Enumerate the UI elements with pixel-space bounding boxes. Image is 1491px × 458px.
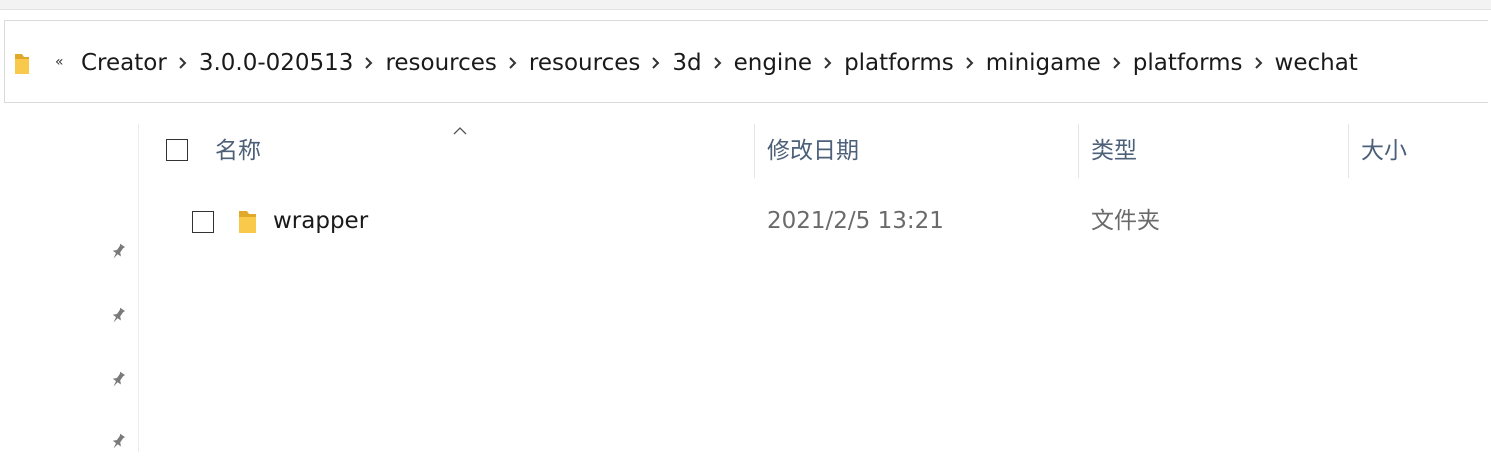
column-divider[interactable]: [1348, 124, 1349, 178]
pin-icon[interactable]: [106, 430, 130, 454]
breadcrumb-item[interactable]: resources: [525, 47, 644, 79]
select-all-checkbox[interactable]: [166, 139, 188, 161]
breadcrumb: Creator 3.0.0-020513 resources resources…: [77, 47, 1362, 79]
file-type: 文件夹: [1091, 208, 1160, 234]
navigation-pane: [0, 124, 139, 452]
column-date-header[interactable]: 修改日期: [767, 136, 859, 166]
column-header: 名称 修改日期 类型 大小: [139, 124, 1491, 180]
chevron-right-icon[interactable]: [958, 47, 982, 79]
breadcrumb-item[interactable]: wechat: [1271, 47, 1362, 79]
breadcrumb-item[interactable]: Creator: [77, 47, 171, 79]
file-date-modified: 2021/2/5 13:21: [767, 208, 944, 234]
breadcrumb-item[interactable]: resources: [381, 47, 500, 79]
column-type-header[interactable]: 类型: [1091, 136, 1137, 166]
breadcrumb-item[interactable]: 3d: [668, 47, 705, 79]
file-name[interactable]: wrapper: [273, 206, 368, 236]
chevron-right-icon[interactable]: [171, 47, 195, 79]
folder-icon: [237, 209, 259, 235]
column-divider[interactable]: [1078, 124, 1079, 178]
file-row[interactable]: wrapper 2021/2/5 13:21 文件夹: [139, 195, 1491, 249]
column-size-header[interactable]: 大小: [1361, 136, 1407, 166]
column-divider[interactable]: [754, 124, 755, 178]
breadcrumb-item[interactable]: platforms: [840, 47, 958, 79]
chevron-right-icon[interactable]: [501, 47, 525, 79]
row-checkbox[interactable]: [192, 211, 214, 233]
breadcrumb-item[interactable]: platforms: [1129, 47, 1247, 79]
chevron-right-icon[interactable]: [1105, 47, 1129, 79]
pin-icon[interactable]: [106, 240, 130, 264]
address-bar[interactable]: « Creator 3.0.0-020513 resources resourc…: [4, 20, 1488, 103]
breadcrumb-item[interactable]: 3.0.0-020513: [195, 47, 358, 79]
chevron-right-icon[interactable]: [1247, 47, 1271, 79]
address-folder-icon: [13, 52, 31, 76]
column-name-header[interactable]: 名称: [215, 136, 261, 166]
chevron-right-icon[interactable]: [644, 47, 668, 79]
window-top-strip: [0, 0, 1491, 10]
breadcrumb-item[interactable]: minigame: [982, 47, 1105, 79]
breadcrumb-item[interactable]: engine: [730, 47, 816, 79]
pin-icon[interactable]: [106, 304, 130, 328]
breadcrumb-overflow-button[interactable]: «: [55, 51, 64, 73]
chevron-right-icon[interactable]: [706, 47, 730, 79]
chevron-right-icon[interactable]: [816, 47, 840, 79]
chevron-right-icon[interactable]: [357, 47, 381, 79]
pin-icon[interactable]: [106, 368, 130, 392]
